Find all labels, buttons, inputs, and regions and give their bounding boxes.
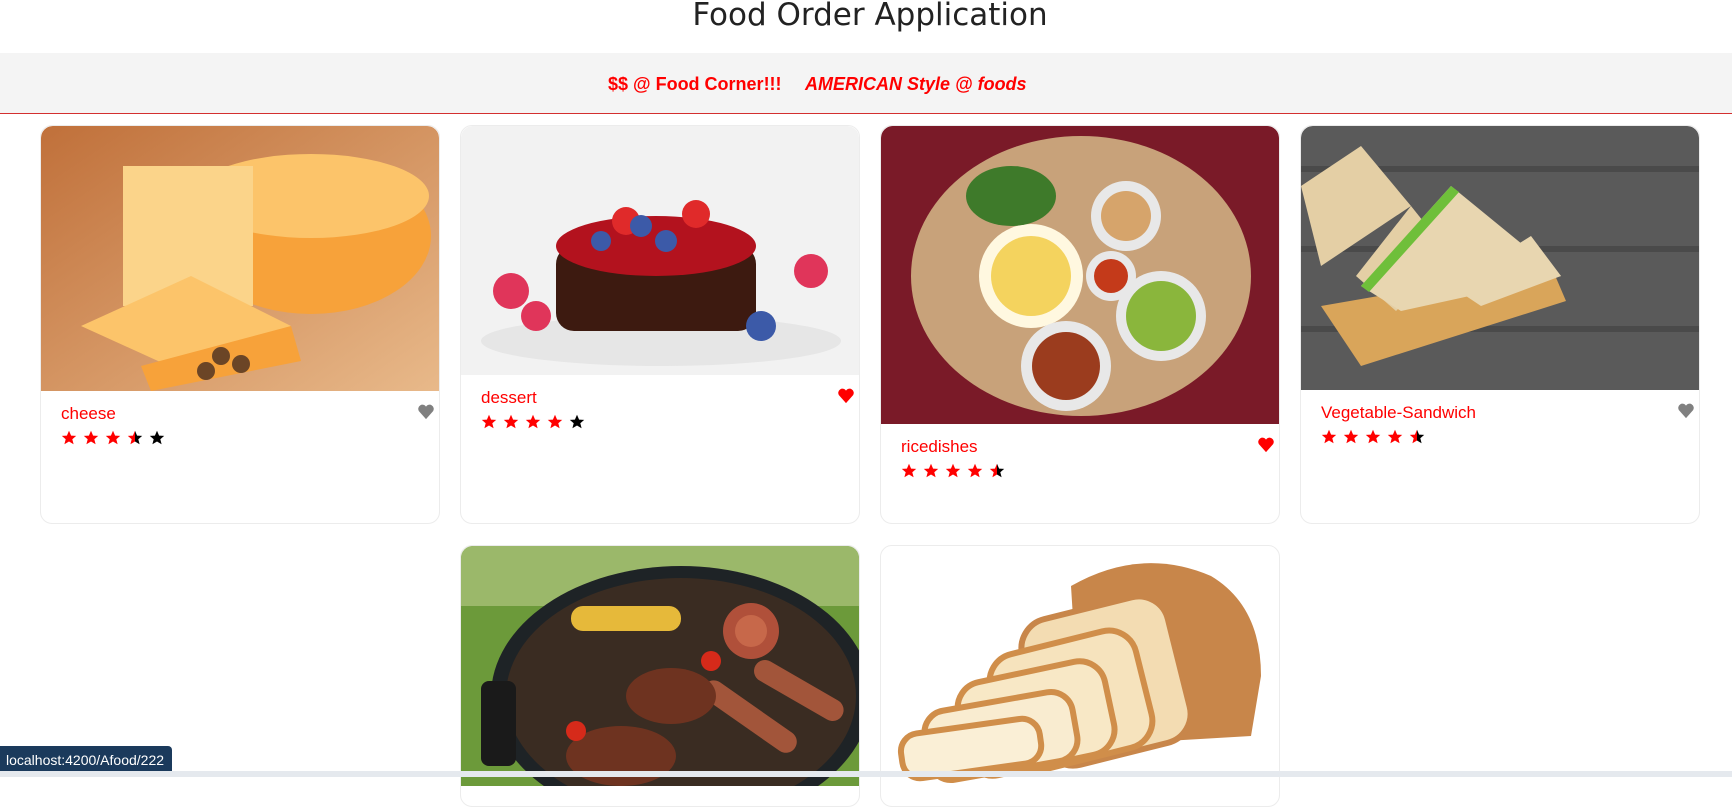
food-name-ricedishes: ricedishes: [901, 437, 978, 456]
food-name-cheese: cheese: [61, 404, 116, 423]
star-rating: [1321, 429, 1431, 451]
star-rating: [901, 463, 1011, 485]
food-card-vegetable-sandwich[interactable]: Vegetable-Sandwich: [1300, 125, 1700, 524]
food-image-cheese: [41, 126, 439, 391]
window-bottom-edge: [0, 771, 1732, 777]
food-card-ricedishes[interactable]: ricedishes: [880, 125, 1280, 524]
favorite-heart-icon[interactable]: [417, 404, 435, 420]
food-image-dessert: [461, 126, 859, 375]
food-name-vegetable-sandwich: Vegetable-Sandwich: [1321, 403, 1477, 422]
star-icon: [1409, 429, 1425, 444]
star-icon: [1365, 429, 1381, 444]
star-icon: [967, 463, 983, 478]
star-rating: [481, 414, 591, 436]
status-bar-url: localhost:4200/Afood/222: [0, 746, 173, 774]
favorite-heart-icon[interactable]: [1677, 403, 1695, 419]
food-name-dessert: dessert: [481, 388, 537, 407]
star-icon: [61, 430, 77, 445]
food-image-vegetable-sandwich: [1301, 126, 1699, 390]
star-icon: [127, 430, 143, 445]
favorite-heart-filled-icon[interactable]: [1257, 437, 1275, 453]
star-icon: [1343, 429, 1359, 444]
star-icon: [569, 414, 585, 429]
food-image-ricedishes: [881, 126, 1279, 424]
food-card-bread[interactable]: [880, 545, 1280, 807]
star-rating: [61, 430, 171, 452]
star-icon: [1387, 429, 1403, 444]
star-icon: [525, 414, 541, 429]
star-icon: [923, 463, 939, 478]
star-icon: [945, 463, 961, 478]
star-icon: [83, 430, 99, 445]
nav-american-style-link[interactable]: AMERICAN Style @ foods: [805, 74, 1027, 95]
star-icon: [503, 414, 519, 429]
star-icon: [989, 463, 1005, 478]
star-icon: [901, 463, 917, 478]
food-card-cheese[interactable]: cheese: [40, 125, 440, 524]
star-icon: [1321, 429, 1337, 444]
food-image-grill: [461, 546, 859, 786]
star-icon: [547, 414, 563, 429]
star-icon: [105, 430, 121, 445]
page-title: Food Order Application: [692, 0, 1048, 33]
nav-brand-link[interactable]: $$ @ Food Corner!!!: [608, 74, 782, 95]
food-card-dessert[interactable]: dessert: [460, 125, 860, 524]
food-image-bread: [881, 546, 1279, 786]
star-icon: [149, 430, 165, 445]
favorite-heart-filled-icon[interactable]: [837, 388, 855, 404]
food-card-grill[interactable]: [460, 545, 860, 807]
star-icon: [481, 414, 497, 429]
navbar: $$ @ Food Corner!!! AMERICAN Style @ foo…: [0, 53, 1732, 114]
